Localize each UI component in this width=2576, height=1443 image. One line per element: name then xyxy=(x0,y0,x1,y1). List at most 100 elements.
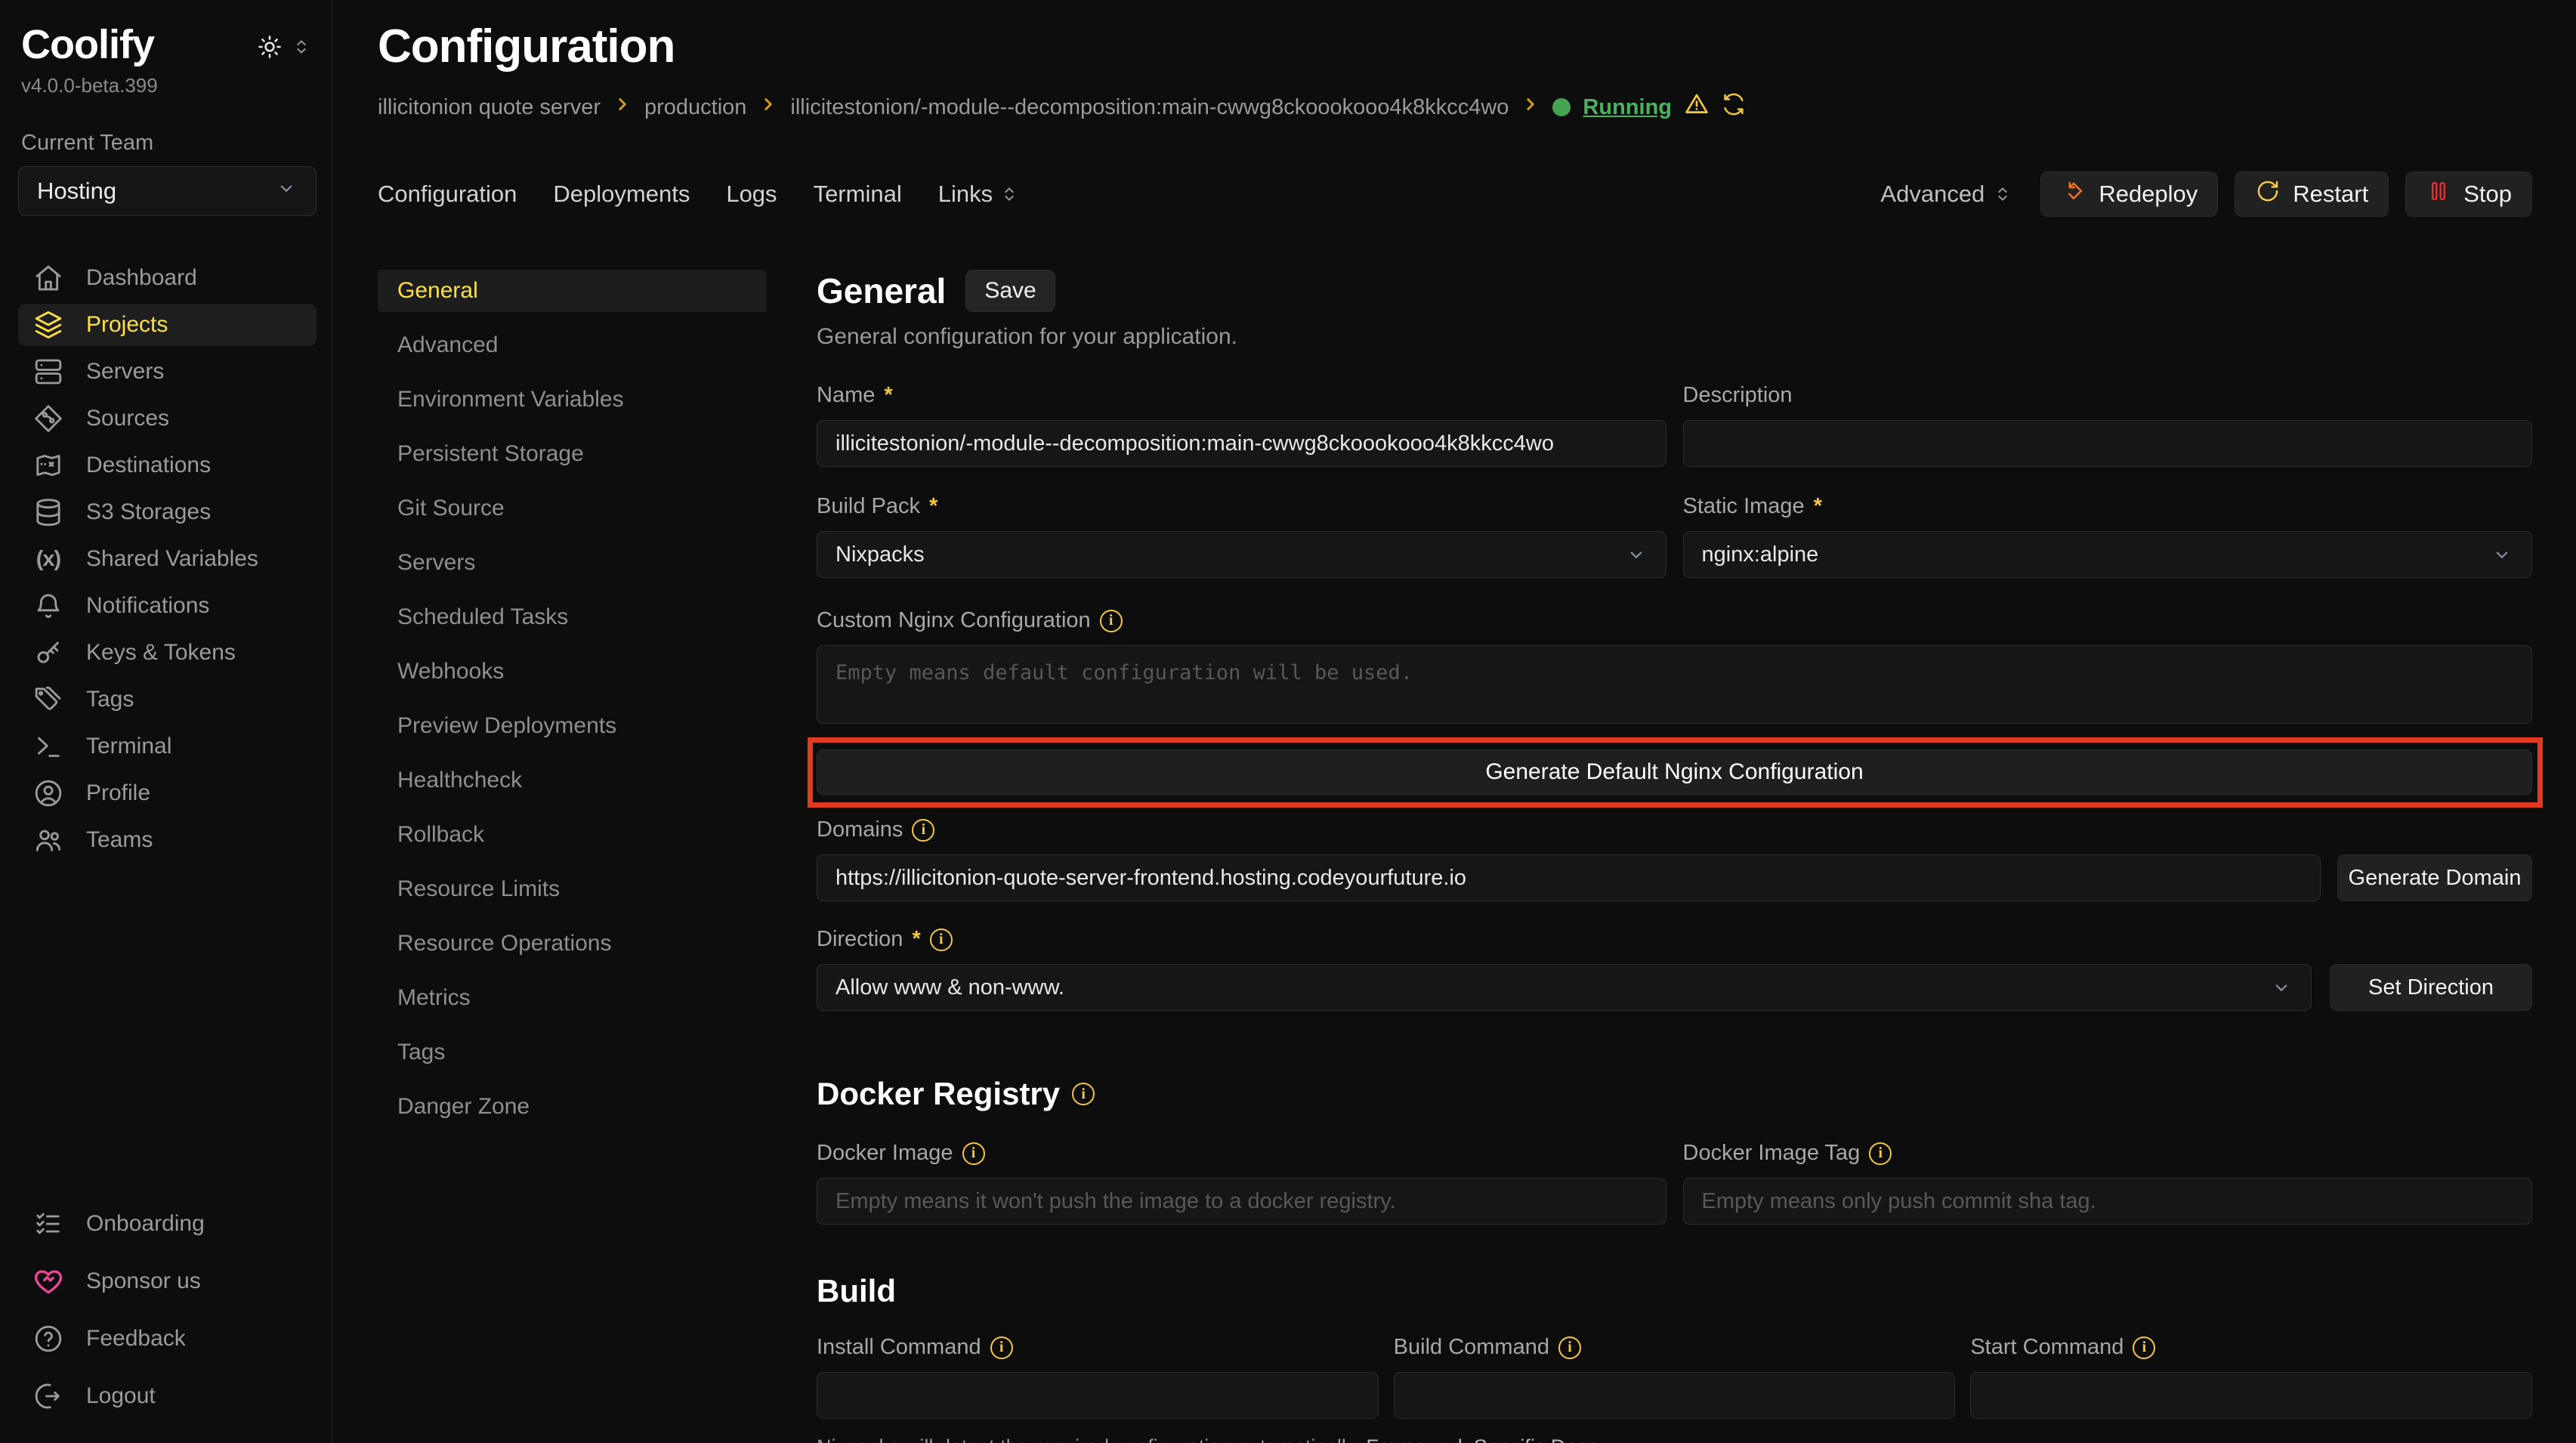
tags-icon xyxy=(33,684,63,715)
start-command-input[interactable] xyxy=(1970,1372,2532,1419)
breadcrumb-project[interactable]: illicitonion quote server xyxy=(378,95,601,120)
subnav-item-preview-deployments[interactable]: Preview Deployments xyxy=(378,705,767,747)
subnav-item-advanced[interactable]: Advanced xyxy=(378,324,767,366)
subnav-item-scheduled-tasks[interactable]: Scheduled Tasks xyxy=(378,596,767,638)
set-direction-button[interactable]: Set Direction xyxy=(2330,964,2532,1011)
tab-terminal[interactable]: Terminal xyxy=(814,181,902,208)
sidebar-item-label: S3 Storages xyxy=(86,499,211,525)
sidebar-item-sources[interactable]: Sources xyxy=(18,397,317,440)
breadcrumb-environment[interactable]: production xyxy=(644,95,746,120)
direction-select[interactable]: Allow www & non-www. xyxy=(817,964,2312,1011)
key-icon xyxy=(33,638,63,668)
sidebar-item-keys-tokens[interactable]: Keys & Tokens xyxy=(18,632,317,674)
direction-value: Allow www & non-www. xyxy=(836,975,1064,1000)
docker-registry-head: Docker Registry xyxy=(817,1076,2532,1112)
subnav-item-git-source[interactable]: Git Source xyxy=(378,487,767,530)
refresh-icon[interactable] xyxy=(1722,92,1746,122)
sidebar-item-terminal[interactable]: Terminal xyxy=(18,725,317,768)
generate-nginx-button[interactable]: Generate Default Nginx Configuration xyxy=(817,749,2532,795)
info-icon xyxy=(962,1142,985,1165)
subnav-item-resource-limits[interactable]: Resource Limits xyxy=(378,868,767,910)
docker-image-input[interactable] xyxy=(817,1178,1666,1225)
chevron-right-icon xyxy=(1521,94,1540,120)
terminal-icon xyxy=(33,731,63,762)
sidebar-item-servers[interactable]: Servers xyxy=(18,351,317,393)
subnav-item-tags[interactable]: Tags xyxy=(378,1031,767,1074)
sidebar-item-label: Profile xyxy=(86,780,150,806)
subnav-item-metrics[interactable]: Metrics xyxy=(378,977,767,1019)
tab-deployments[interactable]: Deployments xyxy=(553,181,690,208)
domains-input[interactable] xyxy=(817,854,2321,901)
subnav-item-persistent-storage[interactable]: Persistent Storage xyxy=(378,433,767,475)
subnav-item-servers[interactable]: Servers xyxy=(378,542,767,584)
subnav-item-rollback[interactable]: Rollback xyxy=(378,814,767,856)
tab-logs[interactable]: Logs xyxy=(726,181,777,208)
sidebar-item-label: Keys & Tokens xyxy=(86,640,236,666)
sidebar-item-tags[interactable]: Tags xyxy=(18,678,317,721)
build-pack-label: Build Pack xyxy=(817,494,920,519)
subnav-item-danger-zone[interactable]: Danger Zone xyxy=(378,1086,767,1128)
page-title: Configuration xyxy=(378,20,2532,73)
theme-selector[interactable] xyxy=(256,33,312,66)
subnav-item-webhooks[interactable]: Webhooks xyxy=(378,650,767,693)
required-mark: * xyxy=(912,927,920,952)
restart-button[interactable]: Restart xyxy=(2235,171,2389,217)
sidebar-item-shared-variables[interactable]: (x) Shared Variables xyxy=(18,538,317,580)
breadcrumb-resource[interactable]: illicitestonion/-module--decomposition:m… xyxy=(790,95,1509,120)
nginx-config-textarea[interactable] xyxy=(817,645,2532,724)
docker-registry-row: Docker Image Docker Image Tag xyxy=(817,1141,2532,1225)
stop-button[interactable]: Stop xyxy=(2405,171,2532,217)
tab-links[interactable]: Links xyxy=(938,181,1020,208)
tab-configuration[interactable]: Configuration xyxy=(378,181,517,208)
database-icon xyxy=(33,497,63,527)
pause-icon xyxy=(2426,178,2451,210)
sidebar-spacer xyxy=(18,866,317,1203)
build-command-input[interactable] xyxy=(1394,1372,1956,1419)
info-icon xyxy=(990,1336,1013,1359)
build-pack-select[interactable]: Nixpacks xyxy=(817,531,1666,578)
tabs-row: Configuration Deployments Logs Terminal … xyxy=(378,171,2532,217)
subnav-item-resource-operations[interactable]: Resource Operations xyxy=(378,922,767,965)
generate-domain-button[interactable]: Generate Domain xyxy=(2337,854,2532,901)
sidebar-item-logout[interactable]: Logout xyxy=(18,1375,317,1417)
sidebar-item-label: Logout xyxy=(86,1383,156,1409)
sidebar-item-feedback[interactable]: Feedback xyxy=(18,1318,317,1360)
advanced-dropdown[interactable]: Advanced xyxy=(1880,181,2013,208)
info-icon xyxy=(2133,1336,2155,1359)
tabs: Configuration Deployments Logs Terminal … xyxy=(378,181,1020,208)
sidebar-item-s3-storages[interactable]: S3 Storages xyxy=(18,491,317,533)
subnav-item-general[interactable]: General xyxy=(378,270,767,312)
start-command-label: Start Command xyxy=(1970,1335,2124,1360)
nixpacks-note-text: Nixpacks will detect the required config… xyxy=(817,1435,1361,1443)
chevron-right-icon xyxy=(613,94,632,120)
home-icon xyxy=(33,263,63,293)
info-icon xyxy=(930,929,953,951)
subnav-item-environment-variables[interactable]: Environment Variables xyxy=(378,379,767,421)
docker-image-tag-input[interactable] xyxy=(1683,1178,2533,1225)
team-select[interactable]: Hosting xyxy=(18,166,317,216)
status-badge[interactable]: Running xyxy=(1583,95,1672,120)
domains-label-row: Domains xyxy=(817,817,2532,842)
warning-triangle-icon[interactable] xyxy=(1684,91,1710,123)
domains-label: Domains xyxy=(817,817,903,842)
framework-docs-link[interactable]: Framework Specific Docs xyxy=(1366,1435,1597,1443)
sidebar-item-sponsor-us[interactable]: Sponsor us xyxy=(18,1260,317,1302)
static-image-select[interactable]: nginx:alpine xyxy=(1683,531,2533,578)
sidebar-item-destinations[interactable]: Destinations xyxy=(18,444,317,487)
sidebar-item-notifications[interactable]: Notifications xyxy=(18,585,317,627)
redeploy-button[interactable]: Redeploy xyxy=(2040,171,2218,217)
build-title: Build xyxy=(817,1273,896,1309)
sidebar-item-onboarding[interactable]: Onboarding xyxy=(18,1203,317,1245)
user-circle-icon xyxy=(33,778,63,808)
install-command-input[interactable] xyxy=(817,1372,1379,1419)
description-input[interactable] xyxy=(1683,420,2533,467)
sidebar-item-profile[interactable]: Profile xyxy=(18,772,317,814)
sidebar-item-label: Tags xyxy=(86,687,134,712)
subnav-item-healthcheck[interactable]: Healthcheck xyxy=(378,759,767,802)
save-button[interactable]: Save xyxy=(965,270,1055,312)
sidebar-item-teams[interactable]: Teams xyxy=(18,819,317,861)
logo-row: Coolify xyxy=(18,21,317,68)
sidebar-item-projects[interactable]: Projects xyxy=(18,304,317,346)
sidebar-item-dashboard[interactable]: Dashboard xyxy=(18,257,317,299)
name-input[interactable] xyxy=(817,420,1666,467)
